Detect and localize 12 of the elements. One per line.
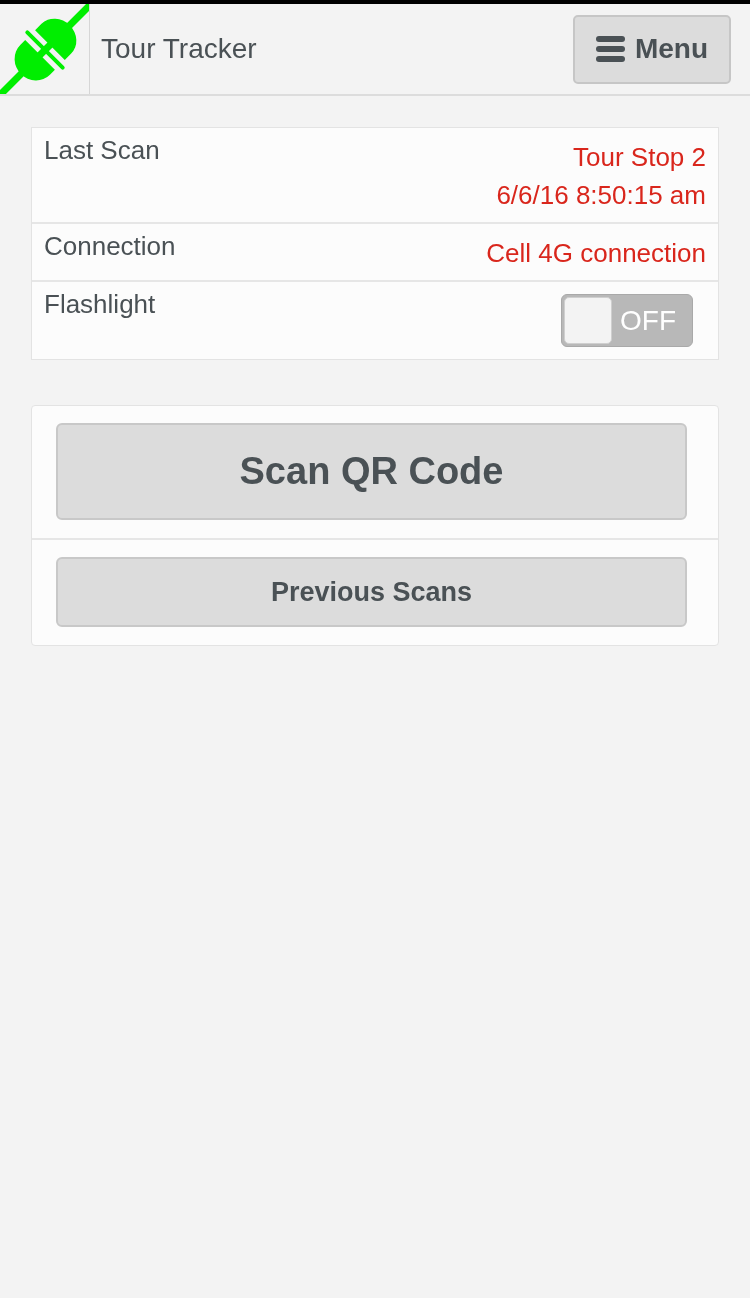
status-label: Flashlight bbox=[44, 290, 156, 318]
status-value: Tour Stop 2 bbox=[573, 141, 706, 174]
status-label: Last Scan bbox=[44, 136, 160, 164]
plug-icon bbox=[0, 4, 89, 94]
action-button[interactable]: Scan QR Code bbox=[56, 423, 687, 520]
menu-icon bbox=[595, 35, 625, 63]
action-button[interactable]: Previous Scans bbox=[56, 557, 687, 627]
status-value: 6/6/16 8:50:15 am bbox=[496, 179, 706, 212]
menu-button[interactable]: Menu bbox=[573, 14, 731, 84]
app-title: Tour Tracker bbox=[101, 32, 257, 66]
status-label: Connection bbox=[44, 232, 176, 260]
status-value: Cell 4G connection bbox=[486, 237, 706, 270]
